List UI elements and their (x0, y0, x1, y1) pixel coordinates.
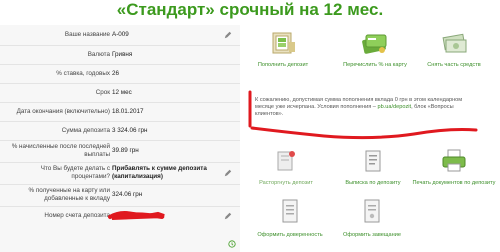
action-label: Расторгнуть депозит (259, 180, 313, 186)
redaction-scribble (108, 211, 165, 220)
action-label: Печать документов по депозиту (412, 180, 496, 186)
transfer-interest-button[interactable]: Перечислить % на карту (335, 30, 415, 69)
top-up-deposit-button[interactable]: Пополнить депозит (248, 30, 318, 69)
detail-label: Дата окончания (включительно) (16, 108, 110, 115)
action-label: Оформить доверенность (257, 232, 323, 238)
action-label: Выписка по депозиту (345, 180, 401, 186)
detail-label: Номер счета депозита (44, 212, 110, 219)
action-label: Оформить завещание (343, 232, 401, 238)
detail-label: Ваше название (64, 31, 110, 38)
detail-label: % ставка, годовых (56, 70, 110, 77)
detail-value: 3 324.06 грн (112, 127, 148, 134)
detail-row-term: Срок 12 мес (0, 83, 240, 103)
printer-icon (442, 149, 466, 172)
detail-label: % полученные на карту или добавленные к … (28, 187, 110, 202)
document-icon (282, 199, 298, 223)
detail-value: 324.06 грн (112, 191, 143, 198)
detail-value: 39.89 грн (112, 147, 139, 154)
card-money-icon (362, 34, 387, 54)
cash-icon (442, 33, 467, 53)
pencil-icon[interactable] (224, 31, 232, 39)
withdraw-funds-button[interactable]: Снять часть средств (418, 30, 490, 69)
deposit-statement-button[interactable]: Выписка по депозиту (336, 148, 410, 187)
will-document-icon (364, 199, 380, 223)
detail-row-amount: Сумма депозита 3 324.06 грн (0, 121, 240, 141)
detail-label: % начисленные после последней выплаты (11, 143, 110, 158)
red-annotation-stroke (248, 90, 478, 140)
action-label: Пополнить депозит (257, 62, 309, 68)
make-will-button[interactable]: Оформить завещание (334, 198, 410, 239)
deposit-details-panel: Ваше название А-009 Валюта Гривня % став… (0, 25, 240, 252)
detail-value: 12 мес (112, 89, 132, 96)
power-of-attorney-button[interactable]: Оформить доверенность (250, 198, 330, 239)
page-title: «Стандарт» срочный на 12 мес. (116, 0, 384, 19)
detail-label: Сумма депозита (61, 127, 110, 134)
detail-row-name: Ваше название А-009 (0, 25, 240, 46)
action-label: Снять часть средств (427, 62, 481, 68)
safe-money-icon (272, 32, 295, 54)
detail-value: 26 (112, 70, 120, 77)
detail-row-accrued: % начисленные после последней выплаты 39… (0, 140, 240, 163)
detail-row-end-date: Дата окончания (включительно) 18.01.2017 (0, 102, 240, 122)
info-icon[interactable] (228, 240, 236, 248)
detail-label: Что Вы будете делать с процентами? (40, 165, 110, 180)
action-label: Перечислить % на карту (343, 62, 407, 68)
detail-value: А-009 (112, 31, 129, 38)
detail-value: Прибавлять к сумме депозита (капитализац… (112, 165, 207, 180)
detail-row-rate: % ставка, годовых 26 (0, 64, 240, 84)
detail-value: 18.01.2017 (112, 108, 144, 115)
detail-value: Гривня (112, 51, 133, 58)
detail-row-interest-choice: Что Вы будете делать с процентами? Приба… (0, 162, 240, 185)
detail-label: Валюта (87, 51, 110, 58)
close-deposit-button[interactable]: Расторгнуть депозит (250, 148, 322, 187)
detail-row-paid-interest: % полученные на карту или добавленные к … (0, 184, 240, 207)
detail-label: Срок (95, 89, 110, 96)
detail-row-account: Номер счета депозита (0, 206, 240, 226)
cancel-deposit-icon (277, 151, 295, 171)
detail-row-currency: Валюта Гривня (0, 45, 240, 65)
print-documents-button[interactable]: Печать документов по депозиту (412, 148, 496, 187)
pencil-icon[interactable] (224, 169, 232, 177)
statement-icon (365, 150, 381, 172)
pencil-icon[interactable] (224, 212, 232, 220)
